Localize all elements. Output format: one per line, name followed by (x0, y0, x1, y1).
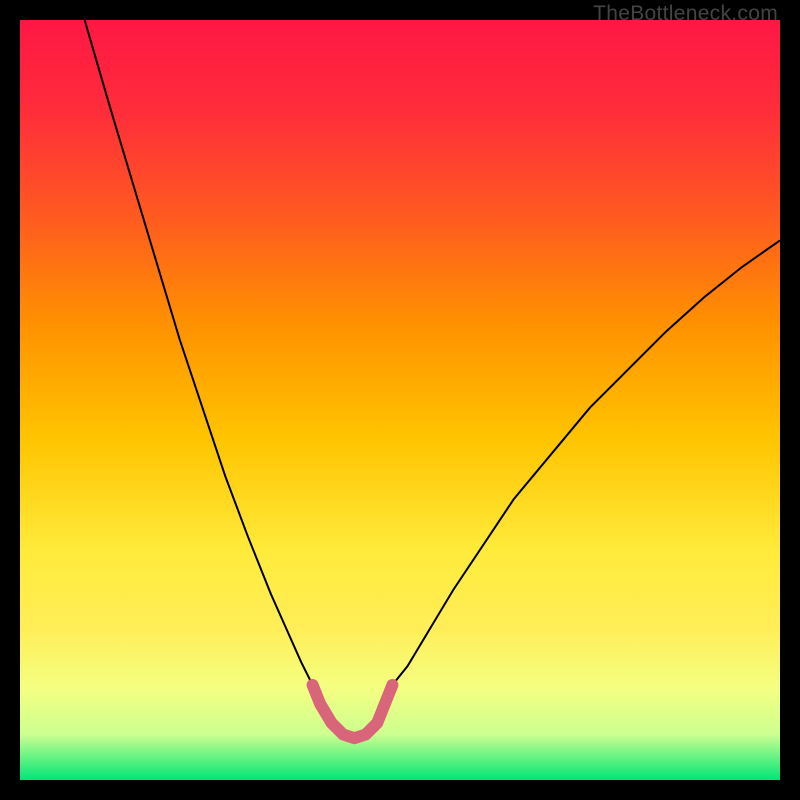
series-bottom-highlight (313, 685, 393, 738)
curve-layer (20, 20, 780, 780)
watermark-text: TheBottleneck.com (593, 2, 778, 26)
chart-container (20, 20, 780, 780)
series-left-curve (85, 20, 313, 685)
series-right-curve (392, 240, 780, 685)
